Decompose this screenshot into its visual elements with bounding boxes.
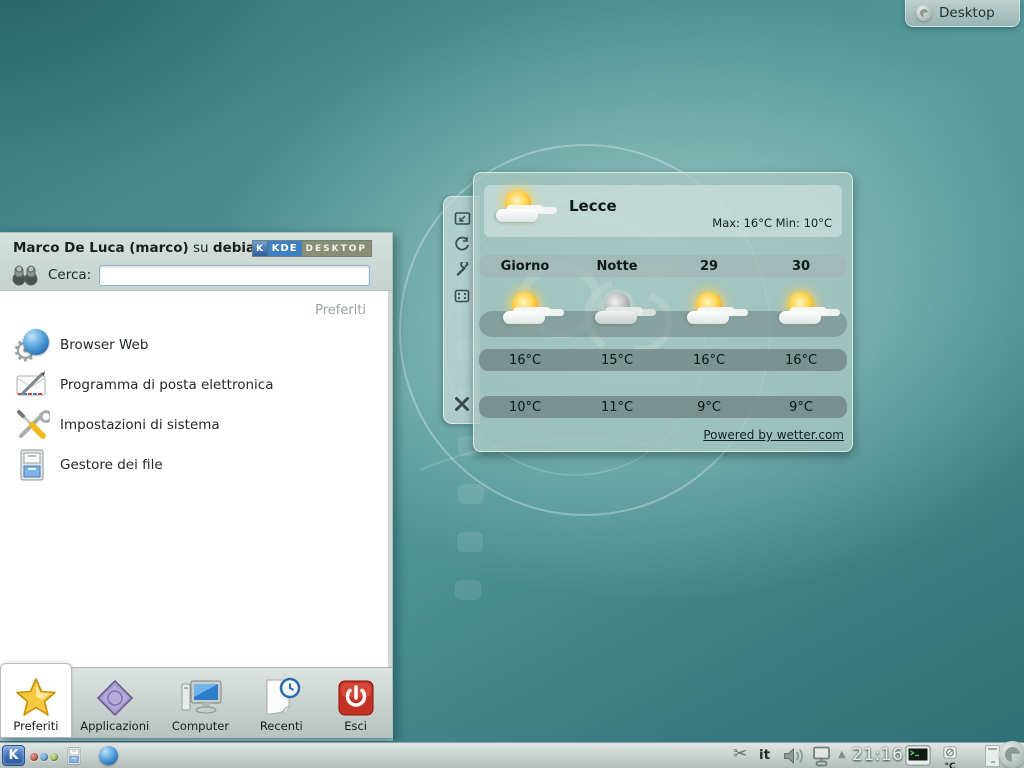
close-icon[interactable]: [453, 395, 471, 413]
search-label: Cerca:: [48, 267, 91, 283]
red-dot-icon[interactable]: [30, 753, 38, 761]
star-icon: [15, 673, 57, 717]
col-30: 30: [755, 259, 847, 274]
search-input[interactable]: [99, 265, 370, 286]
tab-label: Recenti: [260, 719, 303, 733]
settings-wrench-icon[interactable]: [453, 261, 471, 279]
crossed-tools-icon: [14, 407, 50, 443]
favorite-item-label: Impostazioni di sistema: [60, 417, 220, 433]
sun-cloud-icon: [501, 289, 549, 333]
network-monitor-icon[interactable]: [810, 746, 833, 768]
user-name: Marco De Luca (marco): [13, 240, 189, 256]
computer-monitor-icon: [179, 673, 223, 717]
rotate-icon[interactable]: [453, 235, 471, 253]
sun-cloud-icon: [777, 289, 825, 333]
desktop-toolbox-label: Desktop: [939, 5, 995, 21]
weather-widget: Lecce Max: 16°C Min: 10°C Giorno Notte 2…: [473, 172, 853, 452]
tab-preferiti[interactable]: Preferiti: [0, 663, 72, 737]
tray-temp-unit: °C: [938, 763, 962, 768]
volume-icon[interactable]: [783, 747, 806, 768]
wetter-credit-link[interactable]: Powered by wetter.com: [703, 428, 844, 442]
day-temp: 16°C: [755, 353, 847, 368]
tab-recenti[interactable]: Recenti: [243, 668, 319, 737]
keyboard-layout-indicator[interactable]: it: [759, 747, 770, 763]
recent-document-clock-icon: [261, 673, 301, 717]
kickoff-header: Marco De Luca (marco) su debian K KDE DE…: [0, 233, 392, 291]
kde-desktop-badge: K KDE DESKTOP: [252, 240, 372, 257]
klipper-scissors-icon[interactable]: ✂: [733, 744, 747, 764]
web-browser-launcher-icon[interactable]: [99, 746, 118, 765]
kickoff-body: Preferiti ⚙ Browser Web: [0, 291, 392, 667]
terminal-tray-icon[interactable]: [905, 745, 931, 768]
day-temp: 15°C: [571, 353, 663, 368]
web-browser-globe-icon: ⚙: [14, 327, 50, 363]
resize-icon[interactable]: [453, 209, 471, 227]
plasma-cashew-icon[interactable]: [916, 5, 932, 21]
weather-column-headers: Giorno Notte 29 30: [479, 255, 847, 277]
night-temp: 9°C: [663, 400, 755, 415]
col-29: 29: [663, 259, 755, 274]
kickoff-menu: Marco De Luca (marco) su debian K KDE DE…: [0, 232, 393, 738]
weather-tray-icon[interactable]: °C: [938, 744, 962, 768]
kickoff-search-row: Cerca:: [10, 263, 370, 287]
blue-dot-icon[interactable]: [40, 753, 48, 761]
tab-applicazioni[interactable]: Applicazioni: [72, 668, 158, 737]
favorite-item-label: Programma di posta elettronica: [60, 377, 273, 393]
mail-envelope-icon: [14, 367, 50, 403]
favorites-section-label: Preferiti: [315, 303, 366, 318]
digital-clock[interactable]: 21:16: [852, 745, 904, 765]
badge-kde-label: KDE: [268, 241, 302, 256]
col-giorno: Giorno: [479, 259, 571, 274]
taskbar: K ✂ it ▲ 21:16 °C: [0, 742, 1024, 768]
kde-menu-button[interactable]: K: [2, 745, 25, 766]
title-connector: su: [189, 240, 213, 256]
favorite-item-label: Gestore dei file: [60, 457, 163, 473]
favorite-item-browser-web[interactable]: ⚙ Browser Web: [0, 325, 388, 365]
night-temp: 10°C: [479, 400, 571, 415]
kde-logo-icon: K: [253, 241, 268, 256]
apps-diamond-icon: [96, 673, 134, 717]
day-temp: 16°C: [479, 353, 571, 368]
favorite-item-label: Browser Web: [60, 337, 148, 353]
power-icon: [337, 673, 375, 717]
file-cabinet-icon: [14, 447, 50, 483]
file-manager-launcher-icon[interactable]: [64, 746, 84, 768]
night-temp: 9°C: [755, 400, 847, 415]
panel-widget-sliver[interactable]: [985, 745, 1000, 767]
tab-label: Applicazioni: [80, 719, 149, 733]
moon-cloud-icon: [593, 289, 641, 333]
weather-icon-row: [479, 285, 847, 337]
col-notte: Notte: [571, 259, 663, 274]
tab-esci[interactable]: Esci: [319, 668, 392, 737]
tab-label: Esci: [344, 719, 367, 733]
favorite-item-mail[interactable]: Programma di posta elettronica: [0, 365, 388, 405]
maximize-icon[interactable]: [453, 287, 471, 305]
tab-label: Preferiti: [13, 719, 58, 733]
tab-computer[interactable]: Computer: [158, 668, 244, 737]
favorite-item-system-settings[interactable]: Impostazioni di sistema: [0, 405, 388, 445]
weather-header: Lecce Max: 16°C Min: 10°C: [484, 185, 842, 237]
badge-desktop-label: DESKTOP: [302, 241, 371, 256]
weather-max-min: Max: 16°C Min: 10°C: [712, 216, 832, 230]
panel-cashew-icon[interactable]: [999, 741, 1024, 768]
weather-night-temps: 10°C 11°C 9°C 9°C: [479, 396, 847, 418]
sun-cloud-icon: [685, 289, 733, 333]
green-dot-icon[interactable]: [50, 753, 58, 761]
weather-city: Lecce: [569, 197, 617, 215]
night-temp: 11°C: [571, 400, 663, 415]
favorites-list: ⚙ Browser Web: [0, 325, 388, 485]
tab-label: Computer: [172, 719, 229, 733]
desktop-toolbox[interactable]: Desktop: [905, 0, 1020, 27]
weather-day-temps: 16°C 15°C 16°C 16°C: [479, 349, 847, 371]
kickoff-user-title: Marco De Luca (marco) su debian: [13, 240, 265, 256]
desktop-root: Desktop Marco De Luca (marco) su debian …: [0, 0, 1024, 768]
binoculars-icon: [10, 263, 40, 287]
kickoff-tab-bar: Preferiti Applicazioni Computer Recenti: [0, 667, 392, 737]
day-temp: 16°C: [663, 353, 755, 368]
systray-expand-icon[interactable]: ▲: [838, 749, 846, 760]
favorite-item-file-manager[interactable]: Gestore dei file: [0, 445, 388, 485]
